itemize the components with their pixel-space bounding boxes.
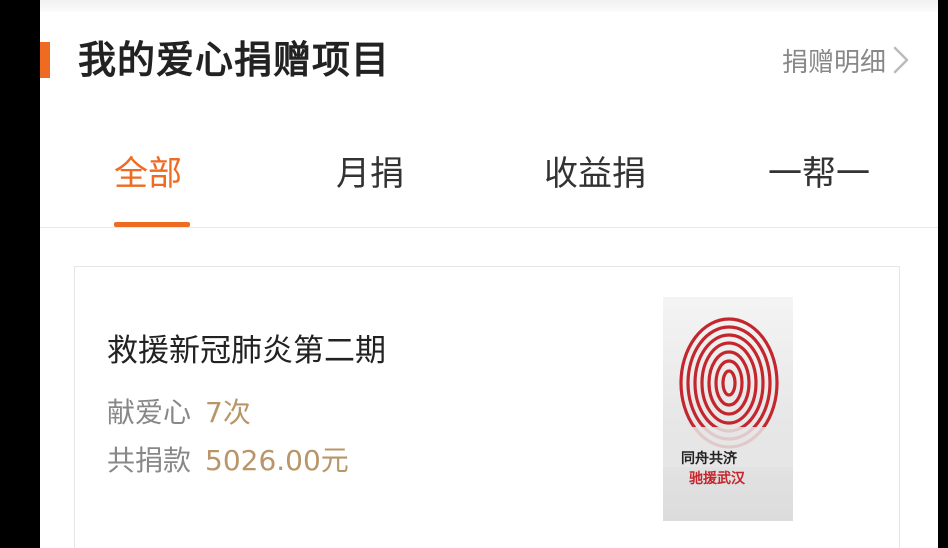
donation-details-link[interactable]: 捐赠明细	[782, 40, 910, 80]
tab-monthly[interactable]: 月捐	[336, 152, 404, 196]
donation-total-label: 共捐款	[107, 444, 192, 477]
donation-panel: 我的爱心捐赠项目 捐赠明细 全部 月捐 收益捐 一帮一 救援新冠肺炎第二期 献爱…	[40, 0, 938, 548]
tab-all[interactable]: 全部	[114, 152, 182, 196]
donation-count-value: 7次	[205, 396, 251, 429]
svg-text:同舟共济: 同舟共济	[681, 450, 738, 467]
section-accent-bar	[40, 42, 50, 78]
page-title: 我的爱心捐赠项目	[78, 38, 391, 82]
tab-one-to-one[interactable]: 一帮一	[768, 152, 870, 196]
left-black-margin	[0, 0, 40, 548]
donation-total-value: 5026.00元	[205, 444, 349, 477]
project-thumbnail: 同舟共济 驰援武汉	[663, 297, 793, 521]
right-black-margin	[938, 0, 948, 548]
chevron-right-icon	[893, 46, 909, 74]
tab-income[interactable]: 收益捐	[544, 152, 646, 196]
donation-total-row: 共捐款 5026.00元	[107, 443, 349, 479]
top-gradient-strip	[40, 0, 938, 12]
tab-divider	[40, 227, 938, 228]
project-card[interactable]: 救援新冠肺炎第二期 献爱心 7次 共捐款 5026.00元 同舟共济 驰援武汉	[74, 266, 900, 548]
donation-count-label: 献爱心	[107, 396, 192, 429]
donation-details-label: 捐赠明细	[781, 47, 886, 78]
tab-bar: 全部 月捐 收益捐 一帮一	[40, 140, 938, 228]
project-name: 救援新冠肺炎第二期	[107, 333, 386, 369]
donation-count-row: 献爱心 7次	[107, 395, 251, 431]
svg-text:驰援武汉: 驰援武汉	[689, 470, 746, 487]
